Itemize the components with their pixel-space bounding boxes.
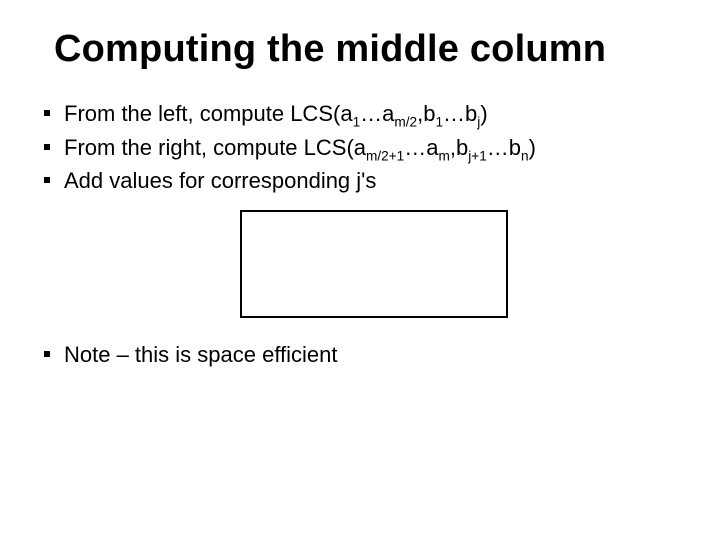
bullet-text-4: Note – this is space efficient xyxy=(64,340,684,370)
bullet-text-3: Add values for corresponding j's xyxy=(64,166,684,196)
bullet-item-3: Add values for corresponding j's xyxy=(40,166,684,196)
bullet-item-2: From the right, compute LCS(am/2+1…am,bj… xyxy=(40,133,684,163)
equation-box xyxy=(240,210,508,318)
slide: Computing the middle column From the lef… xyxy=(0,0,720,540)
bullet-dot-icon xyxy=(44,110,50,116)
bullet-dot-icon xyxy=(44,177,50,183)
bullet-dot-icon xyxy=(44,351,50,357)
bullet-list-lower: Note – this is space efficient xyxy=(40,340,684,370)
bullet-item-4: Note – this is space efficient xyxy=(40,340,684,370)
bullet-text-2: From the right, compute LCS(am/2+1…am,bj… xyxy=(64,133,684,163)
bullet-list: From the left, compute LCS(a1…am/2,b1…bj… xyxy=(40,99,684,196)
slide-title: Computing the middle column xyxy=(54,28,684,71)
bullet-item-1: From the left, compute LCS(a1…am/2,b1…bj… xyxy=(40,99,684,129)
bullet-dot-icon xyxy=(44,144,50,150)
bullet-text-1: From the left, compute LCS(a1…am/2,b1…bj… xyxy=(64,99,684,129)
